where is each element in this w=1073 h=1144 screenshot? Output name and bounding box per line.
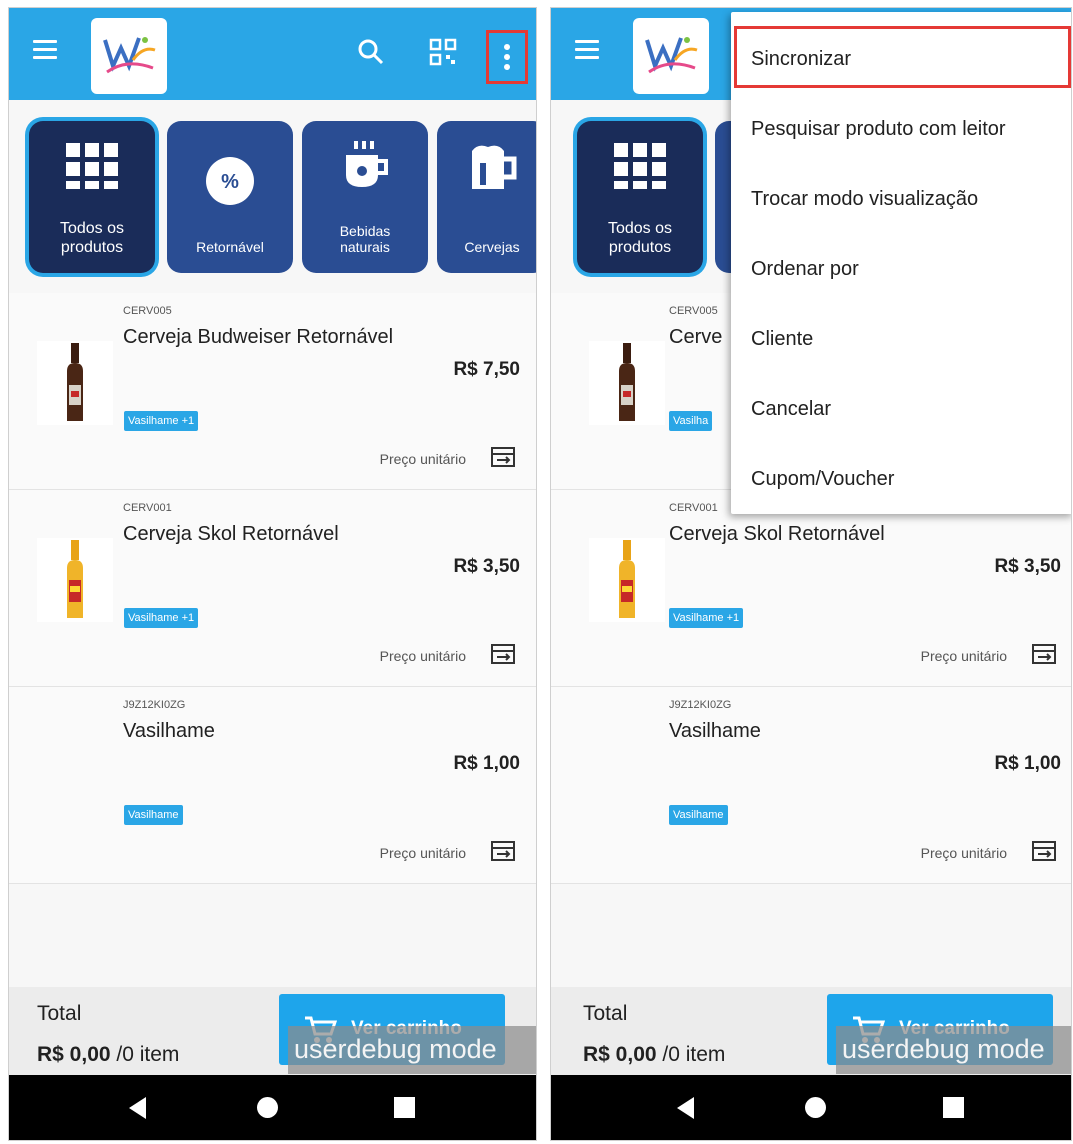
price-switch-icon[interactable] [1031,642,1057,666]
product-code: CERV001 [123,502,172,514]
app-logo [91,18,167,94]
grid-icon [66,143,118,189]
category-all-products[interactable]: Todos os produtos [29,121,155,273]
home-icon[interactable] [257,1097,278,1118]
category-bebidas-naturais[interactable]: Bebidas naturais [302,121,428,273]
category-cervejas[interactable]: Cervejas [437,121,536,273]
unit-price-label: Preço unitário [379,648,466,664]
right-screen: Todos os produtos CERV005 Cerve Vasilha C… [550,7,1072,1141]
total-amount: R$ 0,00 [37,1043,111,1066]
category-label: Todos os produtos [59,220,125,256]
product-image [37,341,113,425]
total-label: Total [37,1002,82,1025]
home-icon[interactable] [805,1097,826,1118]
beer-mug-icon [472,145,517,189]
sincronizar-highlight [734,26,1071,88]
product-name: Vasilhame [669,720,761,742]
product-price: R$ 3,50 [453,556,520,577]
menu-item-ordenar-por[interactable]: Ordenar por [731,234,1071,304]
price-switch-icon[interactable] [1031,839,1057,863]
menu-item-trocar-modo[interactable]: Trocar modo visualização [731,164,1071,234]
unit-price-label: Preço unitário [379,451,466,467]
product-row[interactable]: CERV005 Cerveja Budweiser Retornável R$ … [9,293,536,490]
product-price: R$ 1,00 [994,753,1061,774]
product-image [37,538,113,622]
product-price: R$ 7,50 [453,359,520,380]
product-tag: Vasilhame [669,805,728,825]
menu-item-pesquisar-leitor[interactable]: Pesquisar produto com leitor [731,94,1071,164]
product-code: CERV005 [123,305,172,317]
price-switch-icon[interactable] [490,642,516,666]
svg-text:%: % [221,171,239,193]
total-value: R$ 0,00 /0 item [583,1043,725,1067]
product-name: Cerveja Skol Retornável [123,523,339,545]
total-item-count: /0 item [110,1043,180,1066]
product-name: Cerve [669,326,723,348]
total-item-count: /0 item [656,1043,726,1066]
product-code: J9Z12KI0ZG [123,699,186,711]
menu-item-cupom-voucher[interactable]: Cupom/Voucher [731,444,1071,514]
price-switch-icon[interactable] [490,445,516,469]
menu-hamburger-icon[interactable] [33,40,57,60]
product-row[interactable]: J9Z12KI0ZG Vasilhame R$ 1,00 Vasilhame P… [551,687,1071,884]
menu-item-cliente[interactable]: Cliente [731,304,1071,374]
product-name: Cerveja Skol Retornável [669,523,885,545]
product-row[interactable]: CERV001 Cerveja Skol Retornável R$ 3,50 … [9,490,536,687]
product-list: CERV005 Cerveja Budweiser Retornável R$ … [9,293,536,884]
menu-item-cancelar[interactable]: Cancelar [731,374,1071,444]
android-nav-bar [9,1075,536,1140]
unit-price-label: Preço unitário [379,845,466,861]
category-label: Cervejas [464,239,520,255]
product-code: CERV001 [669,502,718,514]
product-code: CERV005 [669,305,718,317]
back-icon[interactable] [129,1097,146,1119]
total-amount: R$ 0,00 [583,1043,657,1066]
menu-hamburger-icon[interactable] [575,40,599,60]
product-tag: Vasilha [669,411,713,431]
category-carousel: Todos os produtos % Retornável Bebidas nat… [9,111,536,291]
qr-scan-icon[interactable] [427,36,459,68]
unit-price-label: Preço unitário [920,648,1007,664]
category-label: Retornável [196,239,264,255]
product-price: R$ 3,50 [994,556,1061,577]
category-retornavel[interactable]: % Retornável [167,121,293,273]
product-image [589,538,665,622]
back-icon[interactable] [677,1097,694,1119]
app-bar [9,8,536,100]
percent-badge-icon: % [206,157,254,205]
total-value: R$ 0,00 /0 item [37,1043,179,1067]
search-icon[interactable] [355,36,387,68]
overflow-menu: Sincronizar Pesquisar produto com leitor… [731,12,1071,514]
product-row[interactable]: J9Z12KI0ZG Vasilhame R$ 1,00 Vasilhame P… [9,687,536,884]
recent-apps-icon[interactable] [394,1097,415,1118]
product-name: Vasilhame [123,720,215,742]
category-label: Bebidas naturais [339,223,391,255]
category-label: Todos os produtos [607,220,673,256]
product-row[interactable]: CERV001 Cerveja Skol Retornável R$ 3,50 … [551,490,1071,687]
product-price: R$ 1,00 [453,753,520,774]
recent-apps-icon[interactable] [943,1097,964,1118]
android-nav-bar [551,1075,1071,1140]
product-code: J9Z12KI0ZG [669,699,732,711]
grid-icon [614,143,666,189]
debug-overlay: userdebug mode [836,1026,1071,1074]
more-options-highlight [486,30,528,84]
product-tag: Vasilhame [124,805,183,825]
product-tag: Vasilhame +1 [124,608,199,628]
cup-icon [346,141,388,187]
product-image [589,341,665,425]
product-tag: Vasilhame +1 [669,608,744,628]
product-name: Cerveja Budweiser Retornável [123,326,394,348]
price-switch-icon[interactable] [490,839,516,863]
left-screen: Todos os produtos % Retornável Bebidas nat… [8,7,537,1141]
product-tag: Vasilhame +1 [124,411,199,431]
unit-price-label: Preço unitário [920,845,1007,861]
debug-overlay: userdebug mode [288,1026,536,1074]
total-label: Total [583,1002,628,1025]
category-all-products[interactable]: Todos os produtos [577,121,703,273]
app-logo [633,18,709,94]
